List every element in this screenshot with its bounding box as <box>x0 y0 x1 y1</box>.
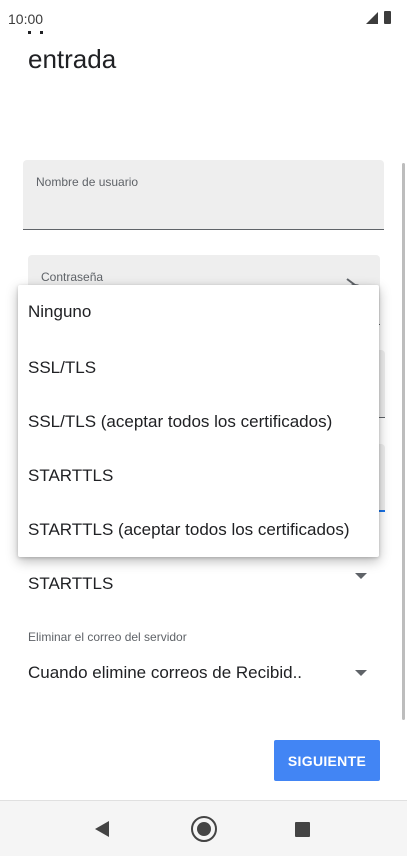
username-label: Nombre de usuario <box>36 175 139 189</box>
signal-icon <box>366 12 378 24</box>
chevron-down-icon[interactable] <box>355 670 367 676</box>
chevron-down-icon[interactable] <box>355 573 367 579</box>
recent-apps-icon[interactable] <box>295 822 310 837</box>
dropdown-option-starttls[interactable]: STARTTLS <box>18 449 379 503</box>
battery-icon <box>384 11 391 24</box>
back-icon[interactable] <box>95 821 109 837</box>
username-field[interactable]: Nombre de usuario <box>23 160 384 230</box>
page-title: entrada <box>28 44 117 74</box>
scrollbar[interactable] <box>402 163 405 720</box>
dropdown-option-ssl-tls[interactable]: SSL/TLS <box>18 341 379 395</box>
security-type-value[interactable]: STARTTLS <box>28 574 113 594</box>
password-label: Contraseña <box>41 270 104 284</box>
dropdown-option-starttls-accept-all[interactable]: STARTTLS (aceptar todos los certificados… <box>18 503 379 557</box>
title-overflow-fragment <box>28 31 43 34</box>
dropdown-option-ssl-tls-accept-all[interactable]: SSL/TLS (aceptar todos los certificados) <box>18 395 379 449</box>
delete-setting-label: Eliminar el correo del servidor <box>28 630 187 644</box>
status-time: 10:00 <box>8 11 44 27</box>
dropdown-option-none[interactable]: Ninguno <box>18 285 379 339</box>
status-bar: 10:00 <box>0 0 407 40</box>
security-dropdown-menu: Ninguno SSL/TLS SSL/TLS (aceptar todos l… <box>18 285 379 557</box>
delete-setting-value[interactable]: Cuando elimine correos de Recibid.. <box>28 663 302 683</box>
home-icon[interactable] <box>191 816 217 842</box>
navigation-bar <box>0 800 407 856</box>
next-button[interactable]: SIGUIENTE <box>274 740 380 781</box>
